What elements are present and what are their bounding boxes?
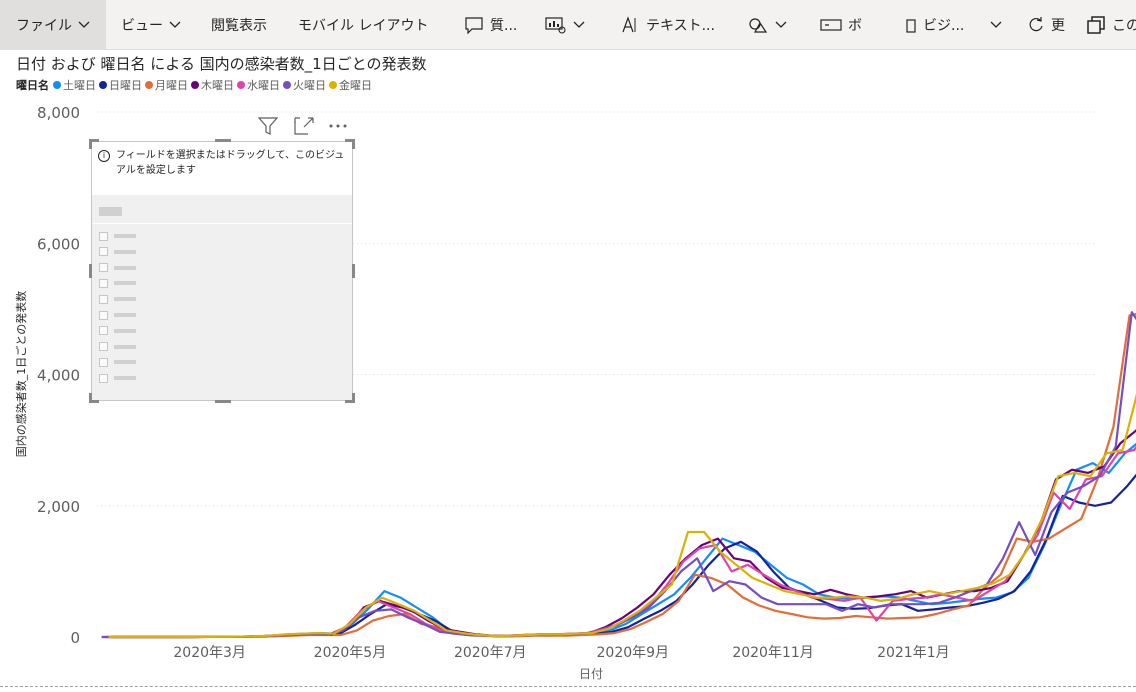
- resize-handle[interactable]: [89, 139, 92, 149]
- preview-line: [114, 376, 136, 381]
- preview-checkbox: [99, 278, 108, 288]
- preview-line: [114, 313, 136, 317]
- preview-row: [99, 294, 136, 304]
- preview-row: [99, 310, 136, 320]
- page-boundary: [0, 686, 1136, 687]
- preview-checkbox: [99, 310, 108, 320]
- x-tick-label: 2020年7月: [454, 645, 527, 661]
- preview-row: [99, 357, 136, 367]
- preview-row: [99, 326, 136, 336]
- resize-handle[interactable]: [352, 139, 355, 149]
- more-options-icon: [329, 124, 347, 128]
- x-axis-title: 日付: [578, 667, 604, 681]
- preview-row: [99, 342, 136, 352]
- focus-mode-button[interactable]: [294, 116, 314, 136]
- y-tick-label: 0: [70, 629, 80, 647]
- preview-checkbox: [99, 373, 108, 383]
- filter-icon: [258, 117, 278, 135]
- preview-checkbox: [99, 294, 108, 304]
- preview-checkbox: [99, 326, 108, 336]
- resize-handle[interactable]: [89, 264, 92, 278]
- preview-line: [114, 265, 136, 270]
- resize-handle[interactable]: [215, 400, 231, 403]
- focus-mode-icon: [294, 117, 314, 135]
- preview-row: [99, 247, 136, 257]
- y-tick-label: 6,000: [37, 235, 80, 253]
- resize-handle[interactable]: [89, 393, 92, 403]
- preview-header-bar: [99, 207, 122, 216]
- preview-line: [114, 328, 136, 333]
- resize-handle[interactable]: [215, 139, 231, 142]
- preview-row: [99, 263, 136, 273]
- y-tick-label: 2,000: [37, 498, 80, 516]
- x-tick-label: 2020年9月: [597, 645, 670, 661]
- x-tick-label: 2020年5月: [314, 645, 387, 661]
- x-tick-label: 2020年11月: [732, 645, 813, 661]
- preview-line: [114, 281, 136, 286]
- preview-row: [99, 278, 136, 288]
- x-tick-label: 2021年1月: [877, 645, 950, 661]
- resize-handle[interactable]: [352, 393, 355, 403]
- preview-line: [114, 297, 136, 302]
- preview-checkbox: [99, 342, 108, 352]
- placeholder-preview: [92, 195, 352, 400]
- preview-line: [114, 234, 136, 238]
- y-axis-title: 国内の感染者数_1日ごとの発表数: [15, 290, 28, 458]
- placeholder-message: フィールドを選択またはドラッグして、このビジュアルを設定します: [116, 150, 345, 176]
- info-icon: i: [98, 150, 110, 162]
- preview-checkbox: [99, 247, 108, 257]
- preview-line: [114, 344, 136, 349]
- resize-handle[interactable]: [352, 264, 355, 278]
- y-tick-label: 4,000: [37, 367, 80, 385]
- placeholder-info: i フィールドを選択またはドラッグして、このビジュアルを設定します: [98, 148, 346, 178]
- more-options-button[interactable]: [328, 116, 348, 136]
- preview-line: [114, 360, 136, 365]
- preview-checkbox: [99, 263, 108, 273]
- preview-line: [114, 249, 136, 254]
- y-tick-label: 8,000: [37, 104, 80, 122]
- preview-checkbox: [99, 357, 108, 367]
- x-tick-label: 2020年3月: [173, 645, 246, 661]
- preview-checkbox: [99, 231, 108, 241]
- filter-button[interactable]: [258, 116, 278, 136]
- empty-visual-placeholder[interactable]: i フィールドを選択またはドラッグして、このビジュアルを設定します: [91, 141, 353, 401]
- preview-row: [99, 231, 136, 241]
- preview-row: [99, 373, 136, 383]
- preview-divider: [92, 223, 352, 224]
